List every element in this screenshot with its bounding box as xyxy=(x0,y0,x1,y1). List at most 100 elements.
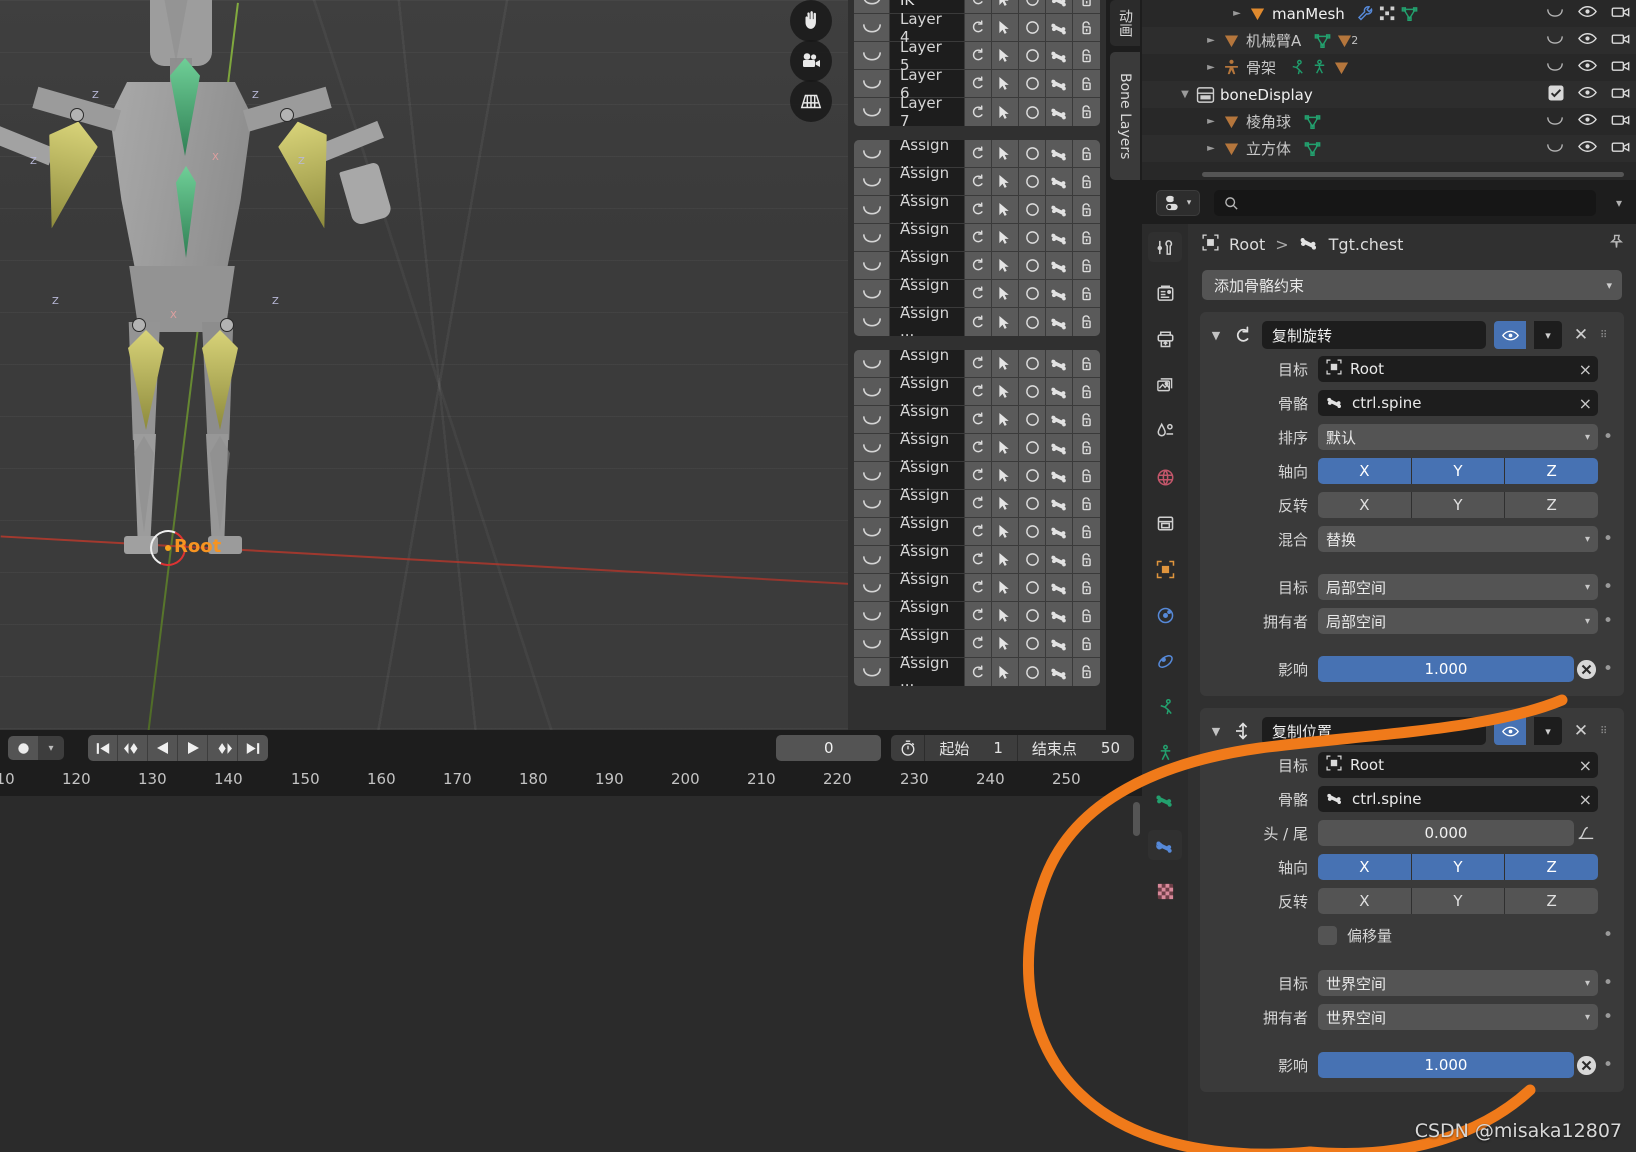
3d-viewport[interactable]: Z Z Z Z X Z Z X Root xyxy=(0,0,880,770)
character-armature[interactable]: Z Z Z Z X Z Z X xyxy=(0,0,393,590)
bone-layer-row[interactable]: Layer 6 xyxy=(854,66,1100,102)
properties-search-input[interactable] xyxy=(1214,190,1596,216)
bone-group-icon[interactable] xyxy=(1046,658,1073,686)
bone-layer-row[interactable]: Assign ... xyxy=(854,542,1100,578)
constraint-panel[interactable]: ▼ 复制位置 ▾ ✕ ⠿ 目标 Root × • 骨骼 ctrl.spine × • 头 / 尾 0.000… xyxy=(1200,708,1624,1092)
bone-layer-group[interactable]: Assign ... Assign ... Assign ... Assign ...… xyxy=(854,140,1100,336)
rotation-collection-icon[interactable] xyxy=(965,546,992,573)
animate-property-dot[interactable]: • xyxy=(1598,1008,1618,1026)
properties-modifier-tab[interactable] xyxy=(1148,600,1182,630)
playback-controls[interactable] xyxy=(88,735,268,761)
bone-layer-row[interactable]: Assign ... xyxy=(854,140,1100,172)
rotation-collection-icon[interactable] xyxy=(965,224,992,251)
constraint-header[interactable]: ▼ 复制位置 ▾ ✕ ⠿ xyxy=(1200,716,1624,746)
eye-icon[interactable] xyxy=(1578,4,1597,23)
properties-world-tab[interactable] xyxy=(1148,462,1182,492)
outliner-row-label[interactable]: 立方体 xyxy=(1246,138,1291,159)
chevron-right-icon[interactable]: ► xyxy=(1202,116,1220,127)
constraint-dropdown[interactable]: 默认 ▾ xyxy=(1318,424,1598,450)
arc-hide-icon[interactable] xyxy=(1546,5,1564,23)
constraint-row[interactable]: 拥有者 世界空间 ▾ • xyxy=(1200,1002,1624,1032)
bone-layer-row[interactable]: Assign ... xyxy=(854,458,1100,494)
constraint-row[interactable]: 反转XYZ• xyxy=(1200,886,1624,916)
animate-property-dot[interactable]: • xyxy=(1598,926,1618,944)
circle-icon[interactable] xyxy=(1019,224,1046,251)
layer-name[interactable]: Assign ... xyxy=(890,654,965,686)
constraint-row[interactable]: 头 / 尾0.000• xyxy=(1200,818,1624,848)
unlock-icon[interactable] xyxy=(1073,378,1100,405)
circle-icon[interactable] xyxy=(1019,42,1046,69)
layer-arc-icon[interactable] xyxy=(854,0,890,13)
layer-arc-icon[interactable] xyxy=(854,196,890,223)
chevron-right-icon[interactable]: ► xyxy=(1202,35,1220,46)
bone-group-icon[interactable] xyxy=(1046,602,1073,629)
constraint-name-field[interactable]: 复制旋转 xyxy=(1262,321,1486,349)
bone-layer-row[interactable]: Assign ... xyxy=(854,514,1100,550)
unlock-icon[interactable] xyxy=(1073,196,1100,223)
properties-bone-constraint-tab[interactable] xyxy=(1148,830,1182,860)
circle-icon[interactable] xyxy=(1019,0,1046,13)
clear-field-button[interactable]: × xyxy=(1579,756,1592,775)
axis-toggle-x[interactable]: X xyxy=(1318,888,1412,914)
properties-collection-tab[interactable] xyxy=(1148,508,1182,538)
offset-checkbox[interactable] xyxy=(1318,925,1337,945)
cursor-select-icon[interactable] xyxy=(992,70,1019,97)
mesh-data-icon[interactable] xyxy=(1301,114,1323,130)
rotation-collection-icon[interactable] xyxy=(965,518,992,545)
mesh-triangle-icon[interactable] xyxy=(1330,60,1352,76)
layer-arc-icon[interactable] xyxy=(854,252,890,279)
drag-handle-icon[interactable]: ⠿ xyxy=(1600,726,1616,736)
bone-group-icon[interactable] xyxy=(1046,490,1073,517)
axis-toggle-z[interactable]: Z xyxy=(1505,854,1598,880)
play-button[interactable] xyxy=(178,735,208,761)
circle-icon[interactable] xyxy=(1019,630,1046,657)
clear-field-button[interactable]: × xyxy=(1579,360,1592,379)
bone-group-icon[interactable] xyxy=(1046,70,1073,97)
animate-property-dot[interactable]: • xyxy=(1598,428,1618,446)
layer-arc-icon[interactable] xyxy=(854,224,890,251)
bone-layer-row[interactable]: Assign ... xyxy=(854,248,1100,284)
mesh-data-icon[interactable] xyxy=(1311,33,1333,49)
camera-icon[interactable] xyxy=(1611,31,1630,51)
arc-hide-icon[interactable] xyxy=(1546,59,1564,77)
bone-group-icon[interactable] xyxy=(1046,42,1073,69)
rotation-collection-icon[interactable] xyxy=(965,630,992,657)
bone-group-icon[interactable] xyxy=(1046,196,1073,223)
constraint-row[interactable]: 目标Root×• xyxy=(1200,750,1624,780)
constraint-menu-button[interactable]: ▾ xyxy=(1534,717,1562,745)
constraint-enable-eye-icon[interactable] xyxy=(1494,321,1526,349)
constraint-target-field[interactable]: Root × xyxy=(1318,752,1598,778)
arc-hide-icon[interactable] xyxy=(1546,113,1564,131)
rotation-collection-icon[interactable] xyxy=(965,70,992,97)
unlock-icon[interactable] xyxy=(1073,168,1100,195)
outliner-row-toggles[interactable] xyxy=(1546,0,1630,27)
circle-icon[interactable] xyxy=(1019,98,1046,126)
axis-toggle-z[interactable]: Z xyxy=(1505,492,1598,518)
rotation-collection-icon[interactable] xyxy=(965,42,992,69)
bone-layer-row[interactable]: Assign ... xyxy=(854,350,1100,382)
circle-icon[interactable] xyxy=(1019,308,1046,336)
bone-layer-row[interactable]: Assign ... xyxy=(854,192,1100,228)
layer-arc-icon[interactable] xyxy=(854,350,890,377)
unlock-icon[interactable] xyxy=(1073,308,1100,336)
constraint-row[interactable]: 拥有者 局部空间 ▾ • xyxy=(1200,606,1624,636)
cursor-select-icon[interactable] xyxy=(992,252,1019,279)
properties-editor[interactable]: ▾ ▾ Root > Tgt.chest 添加骨骼约束 ▾ ▼ 复制旋转 ▾ ✕… xyxy=(1142,182,1636,1152)
outliner-row[interactable]: ► 棱角球 xyxy=(1142,108,1636,135)
axis-toggle-x[interactable]: X xyxy=(1318,854,1412,880)
unlock-icon[interactable] xyxy=(1073,462,1100,489)
axis-toggle-z[interactable]: Z xyxy=(1505,458,1598,484)
armature-data-icon[interactable] xyxy=(1308,59,1330,76)
rotation-collection-icon[interactable] xyxy=(965,462,992,489)
outliner-row-label[interactable]: 机械臂A xyxy=(1246,30,1301,51)
circle-icon[interactable] xyxy=(1019,658,1046,686)
bone-group-icon[interactable] xyxy=(1046,378,1073,405)
properties-render-tab[interactable] xyxy=(1148,278,1182,308)
bone-group-icon[interactable] xyxy=(1046,14,1073,41)
animate-head-tail-icon[interactable] xyxy=(1574,824,1598,842)
layer-arc-icon[interactable] xyxy=(854,280,890,307)
chevron-right-icon[interactable]: ► xyxy=(1202,143,1220,154)
pin-icon[interactable] xyxy=(1609,234,1624,253)
bone-group-icon[interactable] xyxy=(1046,350,1073,377)
circle-icon[interactable] xyxy=(1019,140,1046,167)
